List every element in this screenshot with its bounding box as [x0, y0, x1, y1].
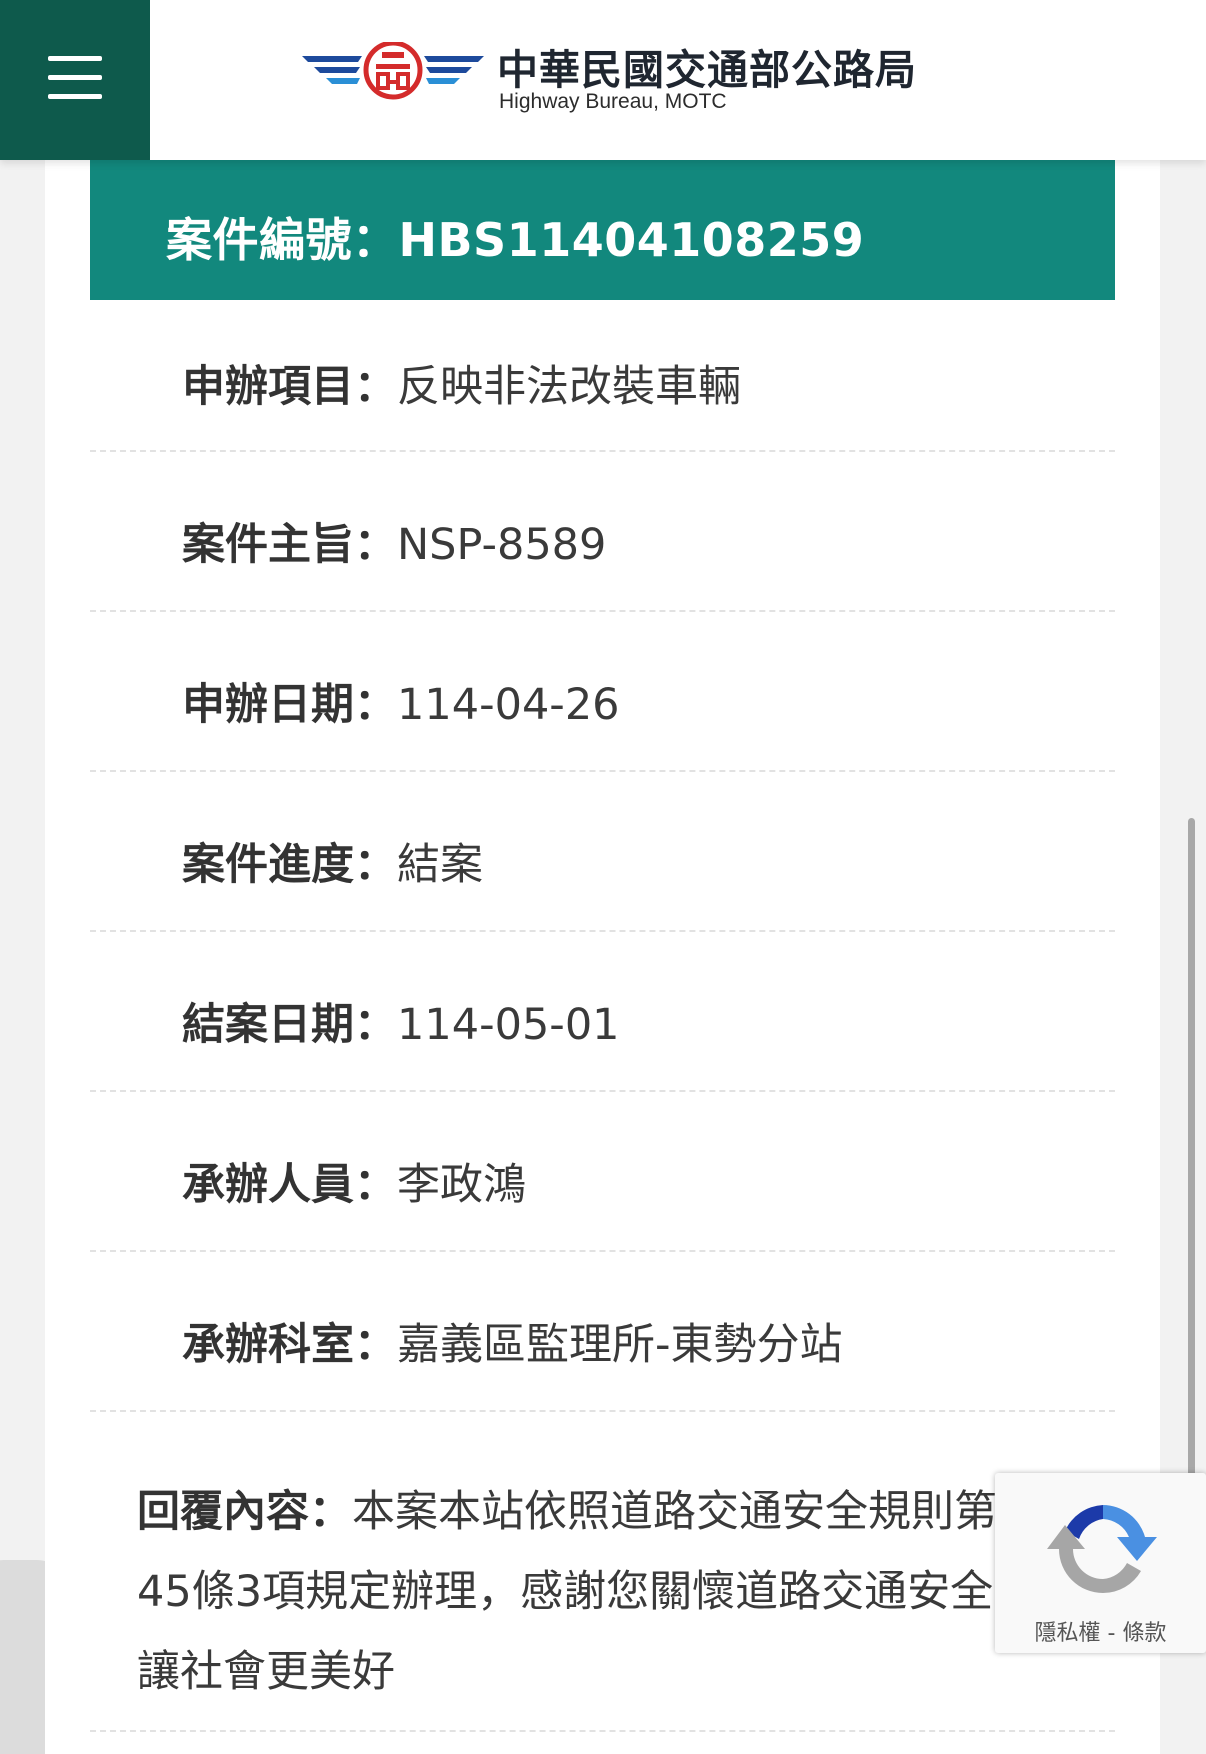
menu-button[interactable]: [0, 0, 150, 160]
privacy-link[interactable]: 隱私權: [1035, 1621, 1101, 1646]
row-case-officer: 承辦人員：李政鴻: [90, 1092, 1115, 1252]
row-value: 結案: [397, 840, 483, 890]
row-separator: ：: [354, 1000, 397, 1050]
row-value: 114-05-01: [397, 1000, 620, 1050]
case-number-heading: 案件編號：HBS11404108259: [166, 204, 864, 270]
row-separator: ：: [354, 520, 397, 570]
row-case-progress: 案件進度：結案: [90, 772, 1115, 932]
terms-link[interactable]: 條款: [1122, 1621, 1166, 1646]
row-separator: ：: [354, 1320, 397, 1370]
row-label: 承辦科室: [182, 1320, 354, 1370]
row-handling-office: 承辦科室：嘉義區監理所-東勢分站: [90, 1252, 1115, 1412]
row-value: 李政鴻: [397, 1160, 526, 1210]
row-label: 申辦日期: [182, 680, 354, 730]
row-label: 結案日期: [182, 1000, 354, 1050]
case-detail-card: 案件編號：HBS11404108259 申辦項目：反映非法改裝車輛 案件主旨：N…: [45, 160, 1160, 1754]
row-separator: ：: [354, 1160, 397, 1210]
page-scrollbar[interactable]: [1188, 818, 1195, 1580]
row-separator: ：: [354, 680, 397, 730]
row-label: 承辦人員: [182, 1160, 354, 1210]
row-value: 114-04-26: [397, 680, 620, 730]
highway-bureau-emblem-icon: [302, 42, 484, 100]
site-header: 中華民國交通部公路局 Highway Bureau, MOTC: [0, 0, 1206, 160]
reply-content-text: 回覆內容：本案本站依照道路交通安全規則第45條3項規定辦理，感謝您關懷道路交通安…: [137, 1472, 1042, 1712]
row-label: 案件進度: [182, 840, 354, 890]
recaptcha-logo-icon: [1047, 1505, 1157, 1593]
link-separator: -: [1100, 1621, 1123, 1646]
case-number-banner: 案件編號：HBS11404108259: [90, 160, 1115, 300]
row-application-date: 申辦日期：114-04-26: [90, 612, 1115, 772]
row-separator: ：: [309, 1487, 352, 1537]
case-number-label: 案件編號：: [166, 213, 399, 267]
row-label: 申辦項目: [182, 362, 354, 412]
recaptcha-links: 隱私權 - 條款: [995, 1615, 1206, 1647]
row-label: 案件主旨: [182, 520, 354, 570]
site-title-english[interactable]: Highway Bureau, MOTC: [499, 90, 727, 114]
row-value: NSP-8589: [397, 520, 607, 570]
row-value: 嘉義區監理所-東勢分站: [397, 1320, 843, 1370]
case-number-value: HBS11404108259: [398, 213, 865, 267]
row-value: 反映非法改裝車輛: [397, 362, 741, 412]
row-case-subject: 案件主旨：NSP-8589: [90, 452, 1115, 612]
row-application-item: 申辦項目：反映非法改裝車輛: [90, 300, 1115, 452]
recaptcha-badge[interactable]: 隱私權 - 條款: [995, 1473, 1206, 1653]
site-title-chinese[interactable]: 中華民國交通部公路局: [497, 36, 917, 96]
row-label: 回覆內容: [137, 1487, 309, 1537]
row-closing-date: 結案日期：114-05-01: [90, 932, 1115, 1092]
row-separator: ：: [354, 840, 397, 890]
row-separator: ：: [354, 362, 397, 412]
